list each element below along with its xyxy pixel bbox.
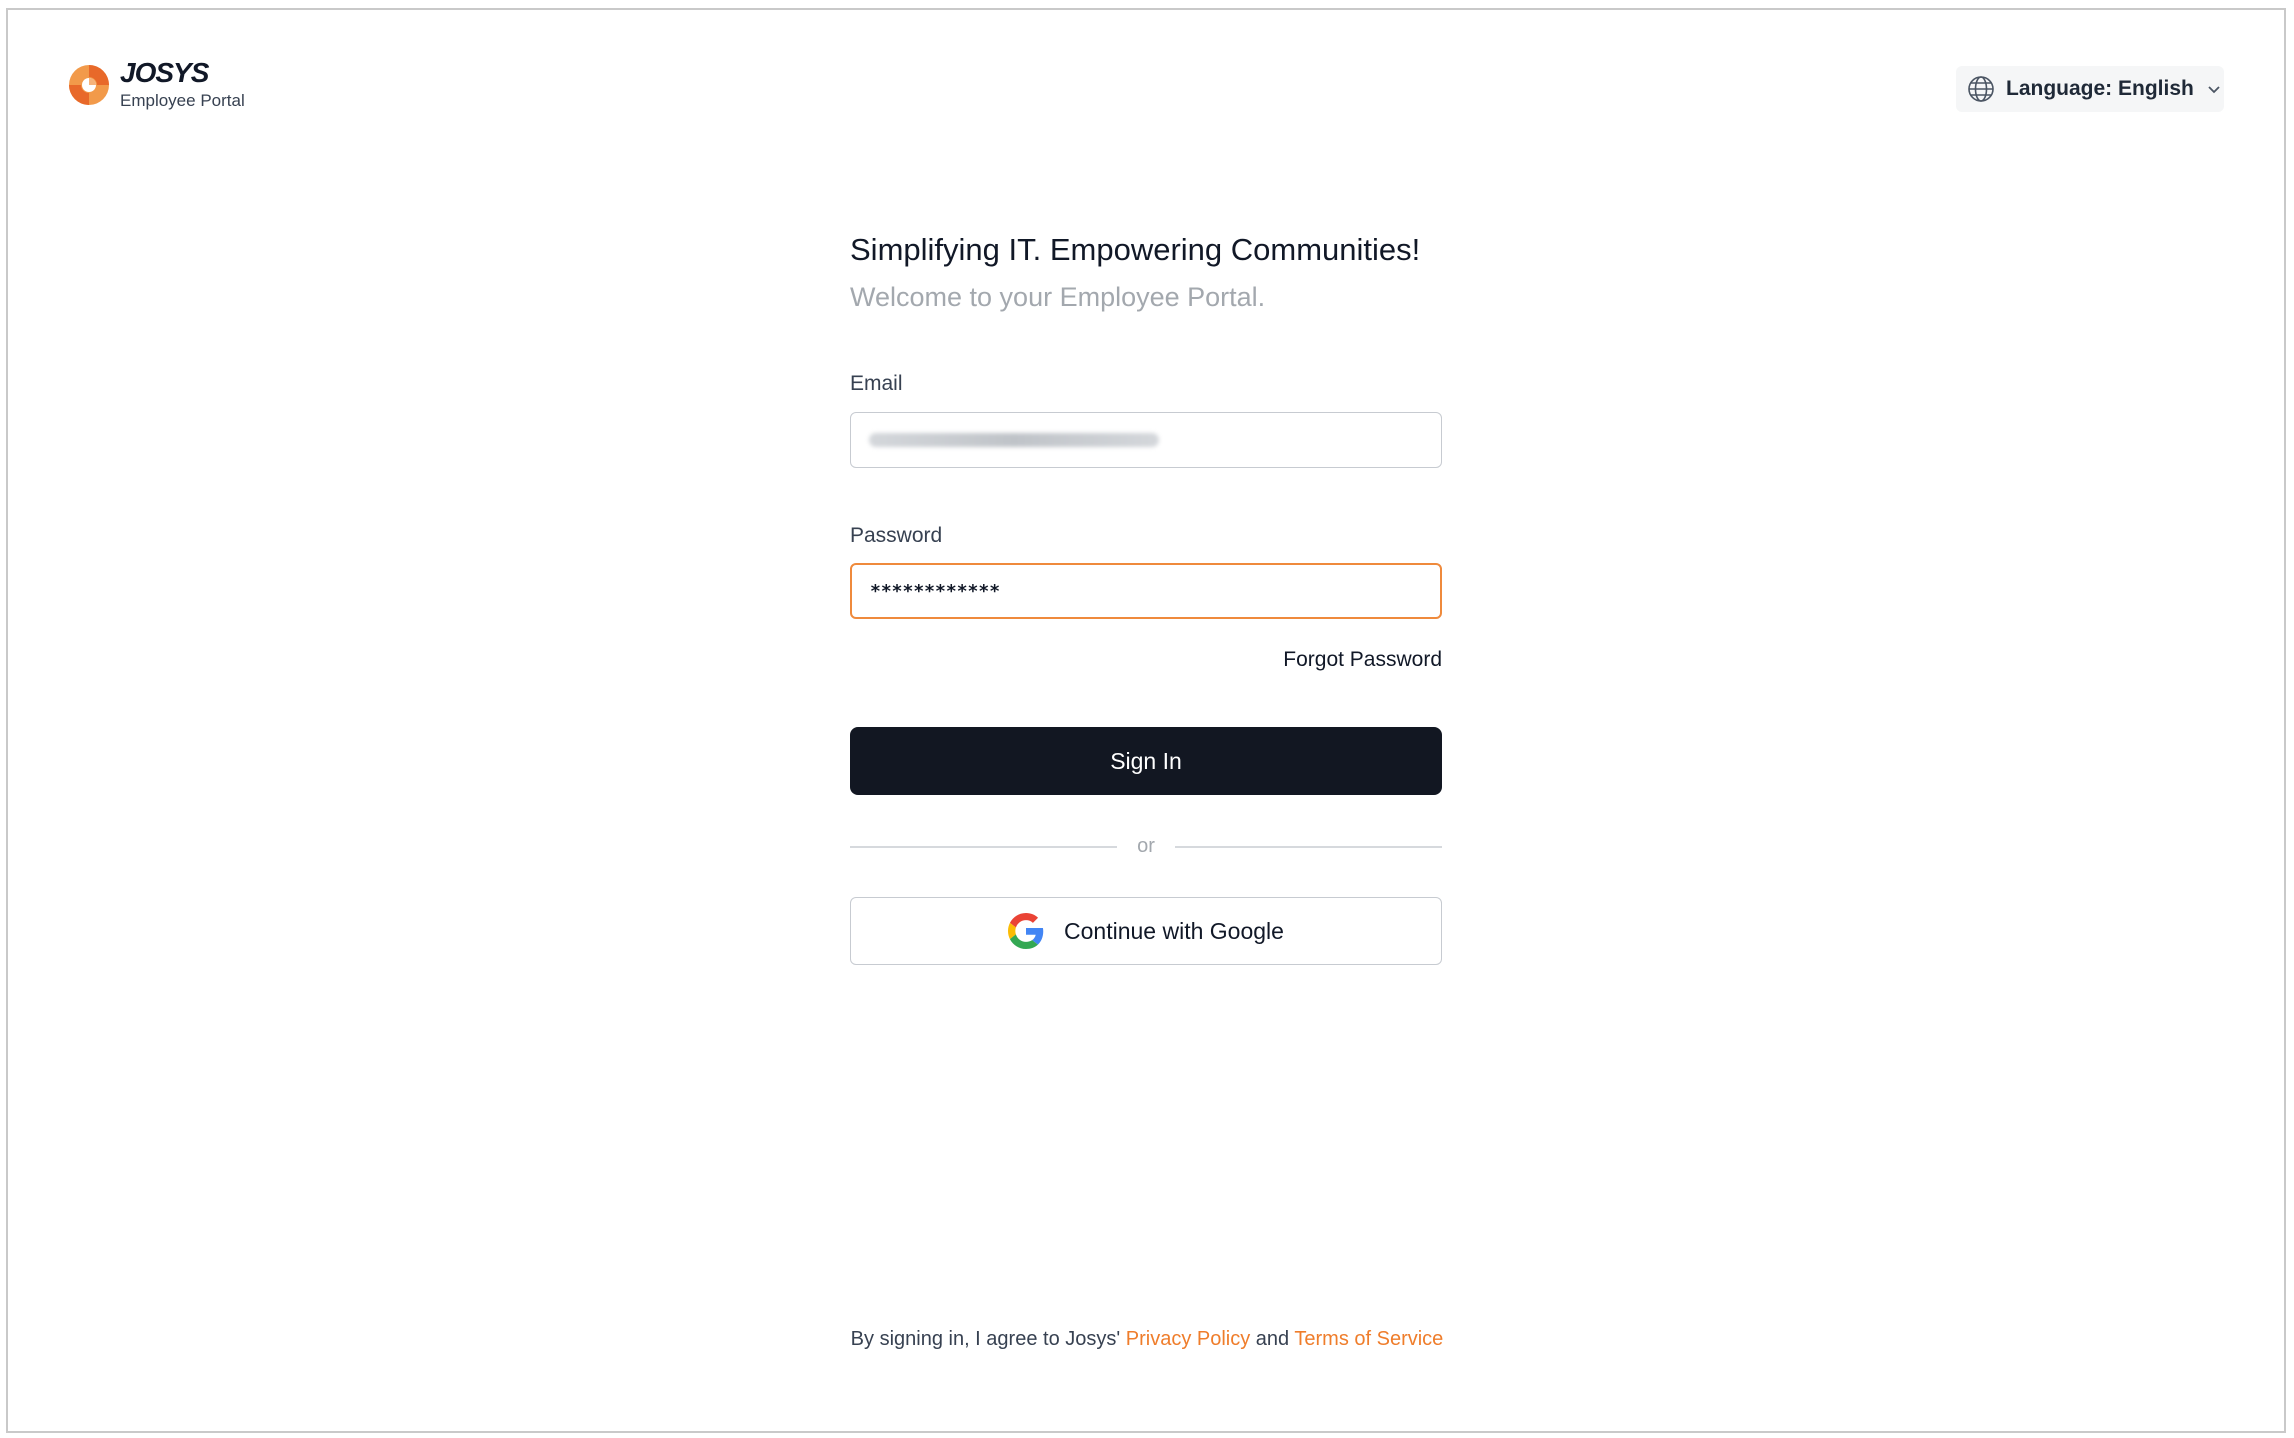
google-g-icon — [1008, 913, 1044, 949]
email-label: Email — [850, 372, 903, 395]
legal-notice: By signing in, I agree to Josys' Privacy… — [0, 1328, 2294, 1351]
or-divider: or — [850, 834, 1442, 858]
continue-with-google-button[interactable]: Continue with Google — [850, 897, 1442, 965]
legal-prefix: By signing in, I agree to Josys' — [850, 1328, 1121, 1350]
brand-subtitle: Employee Portal — [120, 91, 245, 110]
page-frame — [6, 8, 2286, 1433]
email-field[interactable] — [850, 412, 1442, 468]
password-field[interactable]: ************ — [850, 563, 1442, 619]
josys-swirl-logo-icon — [69, 65, 109, 105]
brand[interactable]: JOSYS Employee Portal — [66, 58, 245, 112]
password-value: ************ — [870, 580, 1001, 602]
forgot-password-link[interactable]: Forgot Password — [850, 648, 1442, 672]
globe-icon — [1968, 76, 1994, 102]
brand-name: JOSYS — [120, 57, 209, 88]
legal-and: and — [1255, 1328, 1290, 1350]
language-label: Language: English — [2006, 77, 2194, 100]
terms-of-service-link[interactable]: Terms of Service — [1294, 1328, 1443, 1350]
sign-in-button[interactable]: Sign In — [850, 727, 1442, 795]
privacy-policy-link[interactable]: Privacy Policy — [1126, 1328, 1250, 1350]
language-selector[interactable]: Language: English — [1956, 66, 2224, 112]
email-value-redacted — [869, 433, 1159, 447]
page-heading: Simplifying IT. Empowering Communities! — [850, 232, 1421, 267]
page-subheading: Welcome to your Employee Portal. — [850, 282, 1266, 312]
divider-line-right — [1175, 846, 1442, 848]
password-label: Password — [850, 524, 943, 547]
google-button-label: Continue with Google — [1064, 917, 1284, 944]
chevron-down-icon — [2208, 86, 2220, 94]
